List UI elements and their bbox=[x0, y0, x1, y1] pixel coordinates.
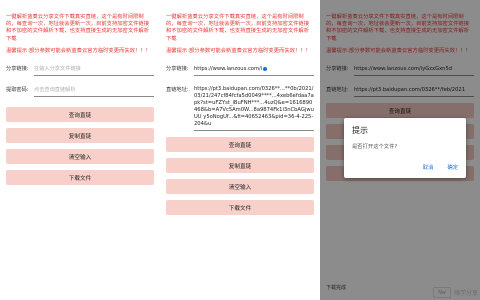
share-link-input[interactable]: 在输入分享文件链接 bbox=[34, 65, 154, 77]
password-input[interactable]: 点击查询直链解析 bbox=[34, 86, 154, 98]
status-bar bbox=[160, 0, 320, 12]
warning-text: 温馨提示:部分参数可能会新蓝奏云官方临时变更而失效！！！ bbox=[166, 47, 311, 54]
password-row: 提取密码: 点击查询直链解析 bbox=[0, 86, 160, 98]
warning-text: 温馨提示:部分参数可能会新蓝奏云官方临时变更而失效！！！ bbox=[6, 47, 151, 54]
text-cursor-handle-icon[interactable] bbox=[263, 66, 268, 71]
dialog-actions: 取消 确定 bbox=[423, 163, 458, 171]
share-label: 分享链接: bbox=[6, 66, 29, 73]
download-button[interactable]: 下载文件 bbox=[6, 170, 154, 186]
screenshot-collage: 一键解析蓝奏云分享文件下载真实直链，这个是有时间限制的，每查询一次，地址就会更新… bbox=[0, 0, 480, 300]
screen-dialog: 一键解析蓝奏云分享文件下载真实直链，这个是有时间限制的，每查询一次，地址就会更新… bbox=[320, 0, 480, 300]
link-row: 直链地址: https://pt3.baidupan.com/0326**...… bbox=[160, 86, 320, 132]
intro-text: 一键解析蓝奏云分享文件下载真实直链，这个是有时间限制的，每查询一次，地址就会更新… bbox=[6, 14, 150, 42]
share-label: 分享链接: bbox=[166, 66, 189, 73]
watermark-logo: Nw bbox=[432, 287, 451, 298]
download-button[interactable]: 下载文件 bbox=[166, 200, 314, 216]
open-file-dialog: 提示 是否打开这个文件? 取消 确定 bbox=[344, 118, 466, 178]
clear-button[interactable]: 清空输入 bbox=[166, 179, 314, 195]
copy-button[interactable]: 复制直链 bbox=[6, 128, 154, 144]
share-link-value: https://www.lanzous.com/i bbox=[194, 66, 263, 73]
direct-link-output[interactable]: https://pt3.baidupan.com/0326**...**0b/2… bbox=[194, 86, 314, 132]
query-button[interactable]: 查询直链 bbox=[166, 137, 314, 153]
watermark: Nw 嗨学分享 bbox=[432, 287, 478, 298]
query-button[interactable]: 查询直链 bbox=[6, 107, 154, 123]
clear-button[interactable]: 清空输入 bbox=[6, 149, 154, 165]
intro-text: 一键解析蓝奏云分享文件下载真实直链，这个是有时间限制的，每查询一次，地址就会更新… bbox=[166, 14, 310, 42]
password-label: 提取密码: bbox=[6, 87, 29, 94]
screen-result: 一键解析蓝奏云分享文件下载真实直链，这个是有时间限制的，每查询一次，地址就会更新… bbox=[160, 0, 320, 300]
dialog-cancel-button[interactable]: 取消 bbox=[423, 163, 434, 171]
share-link-input[interactable]: https://www.lanzous.com/i bbox=[194, 65, 314, 77]
dialog-message: 是否打开这个文件? bbox=[352, 144, 398, 150]
share-row: 分享链接: https://www.lanzous.com/i bbox=[160, 65, 320, 77]
screen-initial: 一键解析蓝奏云分享文件下载真实直链，这个是有时间限制的，每查询一次，地址就会更新… bbox=[0, 0, 160, 300]
dialog-title: 提示 bbox=[352, 126, 368, 135]
share-row: 分享链接: 在输入分享文件链接 bbox=[0, 65, 160, 77]
link-label: 直链地址: bbox=[166, 87, 189, 94]
watermark-text: 嗨学分享 bbox=[453, 290, 478, 297]
copy-button[interactable]: 复制直链 bbox=[166, 158, 314, 174]
dialog-confirm-button[interactable]: 确定 bbox=[447, 163, 458, 171]
status-bar bbox=[0, 0, 160, 12]
